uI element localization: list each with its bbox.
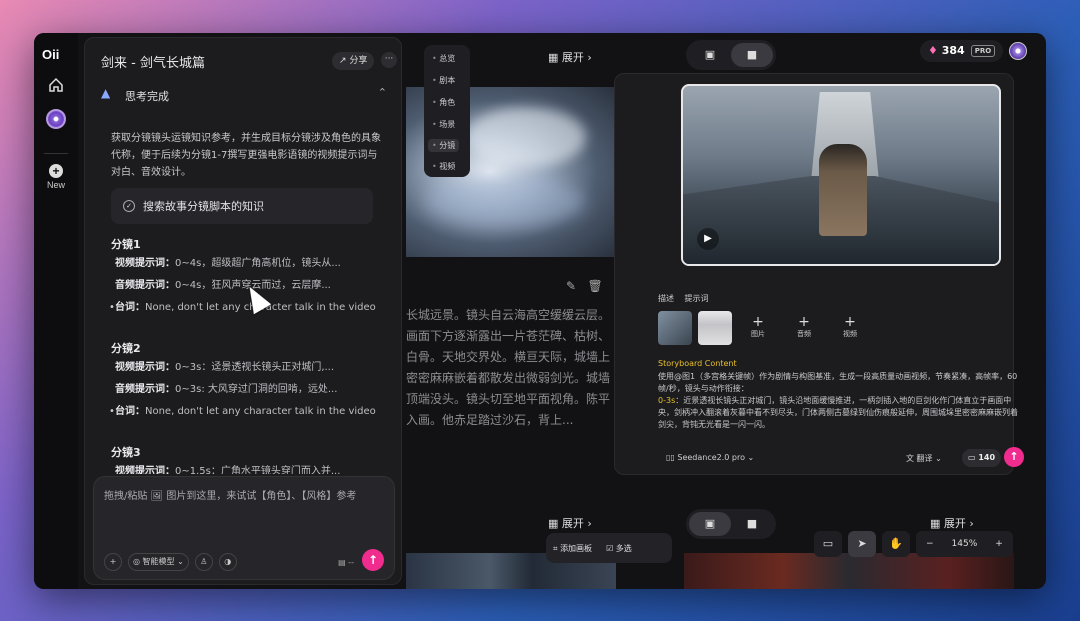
section-nav: 总览 剧本 角色 场景 分镜 视频 — [424, 45, 470, 177]
reference-thumb[interactable] — [698, 311, 732, 345]
reference-list: + 图片 + 音频 + 视频 — [658, 311, 870, 345]
add-image-button[interactable]: + 图片 — [738, 311, 778, 345]
image-mode-icon[interactable]: ▣ — [689, 43, 731, 67]
zoom-control: − 145% + — [916, 531, 1013, 557]
delete-icon[interactable]: 🗑 — [588, 279, 603, 293]
video-mode-icon[interactable]: ■ — [731, 512, 773, 536]
nav-item-videos[interactable]: 视频 — [432, 161, 455, 172]
character-ref-button[interactable]: ♙ — [194, 553, 213, 571]
rail-divider — [44, 153, 68, 154]
add-board-button[interactable]: ⌗ 添加画板 — [546, 543, 599, 554]
storyboard-title: Storyboard Content — [658, 359, 737, 368]
thinking-header[interactable]: ▲ 思考完成 ⌃ — [101, 82, 389, 112]
scene-actions: ✎ 🗑 — [566, 279, 603, 293]
check-icon: ✓ — [123, 200, 135, 212]
new-project-button[interactable]: + New — [42, 164, 70, 190]
shot-heading: 分镜3 — [111, 446, 141, 459]
more-options-button[interactable]: ··· — [381, 52, 397, 68]
media-mode-toggle-bottom: ▣ ■ — [686, 509, 776, 539]
shot-heading: 分镜1 — [111, 238, 141, 251]
input-placeholder: 拖拽/粘贴 🖼 图片到这里，来试试【角色】、【风格】参考 — [104, 491, 357, 502]
chat-input[interactable]: 拖拽/粘贴 🖼 图片到这里，来试试【角色】、【风格】参考 + ◎ 智能模型 ⌄ … — [93, 476, 395, 580]
gem-icon: ♦ — [928, 44, 938, 57]
thinking-summary: 获取分镜镜头运镜知识参考，并生成目标分镜涉及角色的具象代称，便于后续为分镜1-7… — [111, 133, 381, 178]
shot-video-prompt: 视频提示词：0~1.5s：广角水平镜头穿门而入并... — [115, 464, 377, 474]
panel-tabs: 描述 提示词 — [658, 293, 717, 304]
thinking-label: 思考完成 — [125, 90, 169, 103]
project-title: 剑来 - 剑气长城篇 — [101, 56, 205, 71]
zoom-out-button[interactable]: − — [926, 539, 934, 549]
canvas-bottom-tools: ▭ ➤ ✋ − 145% + — [814, 529, 1013, 559]
tab-prompt[interactable]: 提示词 — [685, 294, 709, 303]
search-task-card[interactable]: ✓ 搜索故事分镜脚本的知识 — [111, 188, 373, 224]
video-mode-icon[interactable]: ■ — [731, 43, 773, 67]
cost-badge: ▭ 140 — [962, 449, 1002, 467]
send-button[interactable]: ↑ — [362, 549, 384, 571]
user-avatar[interactable] — [44, 107, 68, 131]
expand-button-top[interactable]: ▦ 展开 › — [548, 49, 592, 65]
select-tool-icon[interactable]: ➤ — [848, 531, 876, 557]
home-icon[interactable] — [44, 73, 68, 97]
style-ref-button[interactable]: ◑ — [218, 553, 237, 571]
expand-button-bottom[interactable]: ▦ 展开 › — [548, 515, 592, 531]
shot-heading: 分镜2 — [111, 342, 141, 355]
left-rail: Oii + New — [34, 33, 78, 589]
input-toolbar: + ◎ 智能模型 ⌄ ♙ ◑ — [104, 553, 237, 571]
nav-item-script[interactable]: 剧本 — [432, 75, 455, 86]
app-logo: Oii — [42, 47, 60, 62]
edit-icon[interactable]: ✎ — [566, 279, 576, 293]
nav-item-overview[interactable]: 总览 — [432, 53, 455, 64]
zoom-in-button[interactable]: + — [995, 539, 1003, 549]
share-button[interactable]: ↗ 分享 — [332, 52, 375, 70]
storyboard-content[interactable]: 使用@图1（多宫格关键帧）作为剧情与构图基准，生成一段高质量动画视频，节奏紧凑，… — [658, 371, 1024, 431]
nav-item-shots[interactable]: 分镜 — [428, 139, 460, 152]
image-mode-icon[interactable]: ▣ — [689, 512, 731, 536]
comment-icon[interactable]: ▭ — [814, 531, 842, 557]
shot-video-prompt: 视频提示词：0~4s，超级超广角高机位，镜头从... — [115, 256, 377, 271]
app-window: Oii + New 剑来 - 剑气长城篇 ↗ 分享 ··· ▲ 思考完成 ⌃ 获… — [34, 33, 1046, 589]
chat-panel: 剑来 - 剑气长城篇 ↗ 分享 ··· ▲ 思考完成 ⌃ 获取分镜镜头运镜知识参… — [84, 37, 402, 585]
model-select[interactable]: ◎ 智能模型 ⌄ — [128, 553, 189, 571]
add-video-button[interactable]: + 视频 — [830, 311, 870, 345]
add-audio-button[interactable]: + 音频 — [784, 311, 824, 345]
hand-tool-icon[interactable]: ✋ — [882, 531, 910, 557]
scene-description: 长城远景。镜头自云海高空缓缓云层。画面下方逐渐露出一片苍茫碑、枯树、白骨。天地交… — [406, 308, 611, 427]
multi-select-button[interactable]: ☑ 多选 — [599, 543, 639, 554]
plus-icon: + — [49, 164, 63, 178]
reference-thumb[interactable] — [658, 311, 692, 345]
shot-dialogue: 台词：None, don't let any character talk in… — [109, 404, 377, 419]
credits-badge[interactable]: ♦ 384 PRO — [920, 40, 1004, 62]
nav-item-characters[interactable]: 角色 — [432, 97, 455, 108]
play-icon[interactable]: ▶ — [697, 228, 719, 250]
media-mode-toggle: ▣ ■ — [686, 40, 776, 70]
account-avatar[interactable] — [1009, 42, 1027, 60]
thinking-icon: ▲ — [101, 86, 111, 100]
canvas-floating-toolbar: ⌗ 添加画板 ☑ 多选 — [546, 533, 672, 563]
input-counter: ▤ -- — [338, 558, 354, 567]
generate-button[interactable]: ↑ — [1004, 447, 1024, 467]
shot-video-prompt: 视频提示词：0~3s：迳景透视长镜头正对城门,... — [115, 360, 377, 375]
video-model-select[interactable]: ▯▯ Seedance2.0 pro ⌄ — [666, 453, 754, 462]
shot-audio-prompt: 音频提示词：0~3s: 大风穿过门洞的回啃，远处... — [115, 382, 377, 397]
tab-description[interactable]: 描述 — [658, 294, 674, 303]
zoom-level: 145% — [951, 539, 978, 549]
video-preview[interactable]: ▶ — [681, 84, 1001, 266]
chevron-up-icon[interactable]: ⌃ — [378, 86, 387, 99]
add-attachment-button[interactable]: + — [104, 553, 122, 571]
nav-item-scenes[interactable]: 场景 — [432, 119, 455, 130]
translate-button[interactable]: 文 翻译 ⌄ — [906, 453, 942, 464]
